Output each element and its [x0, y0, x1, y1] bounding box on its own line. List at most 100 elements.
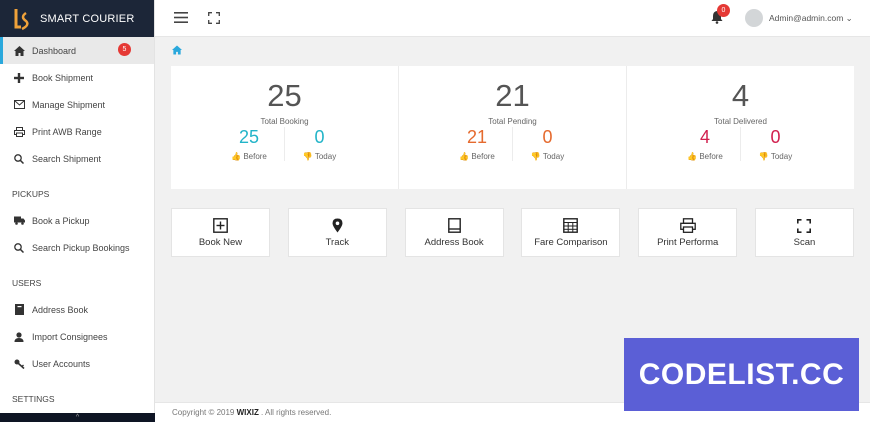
- avatar[interactable]: [745, 9, 763, 27]
- stat-today-value: 0: [770, 127, 781, 147]
- fare-comparison-button[interactable]: Fare Comparison: [521, 208, 621, 257]
- sidebar-item-label: Search Shipment: [32, 153, 102, 164]
- stat-today: 0 👎 Today: [513, 127, 583, 161]
- sidebar-item-dashboard[interactable]: Dashboard 5: [0, 37, 154, 64]
- footer-copyright: Copyright © 2019: [172, 408, 237, 417]
- plus-square-icon: [213, 218, 229, 234]
- stat-label: Total Pending: [488, 117, 537, 126]
- address-book-button[interactable]: Address Book: [404, 208, 504, 257]
- stat-today-note: 👎 Today: [513, 152, 583, 161]
- sidebar-item-import-consignees[interactable]: Import Consignees: [0, 323, 154, 350]
- stat-total: 25: [267, 78, 302, 113]
- stat-today-note: 👎 Today: [741, 152, 811, 161]
- thumbs-down-icon: 👎: [302, 152, 313, 161]
- stat-breakdown: 25 👍 Before 0 👎 Today: [171, 127, 398, 161]
- envelope-icon: [13, 99, 25, 111]
- footer-company[interactable]: WIXIZ: [237, 408, 259, 417]
- brand-logo: [14, 8, 29, 30]
- brand-name: SMART COURIER: [40, 12, 135, 25]
- footer-rights: . All rights reserved.: [258, 408, 332, 417]
- stat-breakdown: 4 👍 Before 0 👎 Today: [627, 127, 854, 161]
- section-title-users: USERS: [12, 277, 42, 288]
- sidebar-item-print-awb-range[interactable]: Print AWB Range: [0, 118, 154, 145]
- stat-total-booking: 25 Total Booking 25 👍 Before 0 👎 Today: [171, 66, 399, 189]
- thumbs-down-icon: 👎: [758, 152, 769, 161]
- stat-total-delivered: 4 Total Delivered 4 👍 Before 0 👎 Today: [627, 66, 854, 189]
- print-performa-button[interactable]: Print Performa: [638, 208, 738, 257]
- printer-icon: [679, 218, 696, 234]
- fullscreen-icon[interactable]: [208, 12, 220, 24]
- action-label: Book New: [198, 236, 243, 248]
- section-title-pickups: PICKUPS: [12, 188, 50, 199]
- dashboard-badge: 5: [118, 43, 131, 56]
- action-label: Address Book: [424, 236, 484, 248]
- sidebar-item-label: Manage Shipment: [32, 99, 106, 110]
- stat-today: 0 👎 Today: [741, 127, 811, 161]
- stat-today-value: 0: [314, 127, 325, 147]
- quick-actions: Book New Track Address Book Fare Compari…: [171, 208, 854, 257]
- action-label: Track: [325, 236, 349, 248]
- track-button[interactable]: Track: [287, 208, 387, 257]
- truck-icon: [13, 215, 25, 227]
- sidebar-item-book-pickup[interactable]: Book a Pickup: [0, 207, 154, 234]
- stat-before-note: 👍 Before: [443, 152, 512, 161]
- stat-today: 0 👎 Today: [285, 127, 355, 161]
- stat-label: Total Booking: [260, 117, 309, 126]
- sidebar-item-address-book[interactable]: Address Book: [0, 296, 154, 323]
- sidebar-collapse-handle[interactable]: ^: [0, 413, 155, 422]
- stat-label: Total Delivered: [714, 117, 767, 126]
- sidebar-item-label: Print AWB Range: [32, 126, 102, 137]
- scan-button[interactable]: Scan: [754, 208, 854, 257]
- action-label: Print Performa: [657, 236, 719, 248]
- sidebar-item-label: Search Pickup Bookings: [32, 242, 130, 253]
- home-icon: [13, 45, 25, 57]
- stat-before-value: 4: [699, 127, 710, 147]
- stat-total: 4: [731, 78, 750, 113]
- brand[interactable]: SMART COURIER: [0, 0, 154, 37]
- stat-today-label: Today: [770, 152, 793, 161]
- sidebar-nav: Dashboard 5 Book Shipment Manage Shipmen…: [0, 37, 154, 412]
- search-icon: [13, 242, 25, 254]
- sidebar: SMART COURIER Dashboard 5 Book Shipment …: [0, 0, 155, 422]
- thumbs-up-icon: 👍: [459, 152, 470, 161]
- search-icon: [13, 153, 25, 165]
- action-label: Scan: [793, 236, 816, 248]
- sidebar-item-search-shipment[interactable]: Search Shipment: [0, 145, 154, 172]
- sidebar-item-label: Book Shipment: [32, 72, 94, 83]
- stat-before: 21 👍 Before: [443, 127, 513, 161]
- stat-today-label: Today: [314, 152, 337, 161]
- book-icon: [13, 304, 25, 316]
- stat-before-label: Before: [699, 152, 723, 161]
- stat-before-label: Before: [243, 152, 267, 161]
- stat-today-note: 👎 Today: [285, 152, 355, 161]
- section-title-settings: SETTINGS: [12, 393, 55, 404]
- scan-icon: [796, 218, 812, 234]
- sidebar-item-manage-shipment[interactable]: Manage Shipment: [0, 91, 154, 118]
- sidebar-item-label: User Accounts: [32, 358, 91, 369]
- sidebar-item-search-pickup-bookings[interactable]: Search Pickup Bookings: [0, 234, 154, 261]
- stat-before-note: 👍 Before: [215, 152, 284, 161]
- stat-before: 4 👍 Before: [671, 127, 741, 161]
- user-menu[interactable]: Admin@admin.com ⌄: [769, 13, 853, 24]
- stat-total: 21: [495, 78, 530, 113]
- printer-icon: [13, 126, 25, 138]
- thumbs-down-icon: 👎: [530, 152, 541, 161]
- breadcrumb-home-icon[interactable]: [172, 45, 182, 55]
- book-icon: [446, 218, 462, 234]
- stat-before-note: 👍 Before: [671, 152, 740, 161]
- thumbs-up-icon: 👍: [231, 152, 242, 161]
- map-pin-icon: [329, 218, 345, 234]
- plus-icon: [13, 72, 25, 84]
- user-icon: [13, 331, 25, 343]
- stat-breakdown: 21 👍 Before 0 👎 Today: [399, 127, 626, 161]
- watermark: CODELIST.CC: [624, 338, 859, 411]
- sidebar-item-label: Book a Pickup: [32, 215, 90, 226]
- book-new-button[interactable]: Book New: [171, 208, 270, 257]
- sidebar-item-book-shipment[interactable]: Book Shipment: [0, 64, 154, 91]
- stat-before-value: 21: [466, 127, 488, 147]
- calculator-icon: [563, 218, 579, 234]
- notification-badge: 0: [717, 4, 730, 17]
- sidebar-item-user-accounts[interactable]: User Accounts: [0, 350, 154, 377]
- menu-toggle-icon[interactable]: [174, 12, 188, 23]
- thumbs-up-icon: 👍: [687, 152, 698, 161]
